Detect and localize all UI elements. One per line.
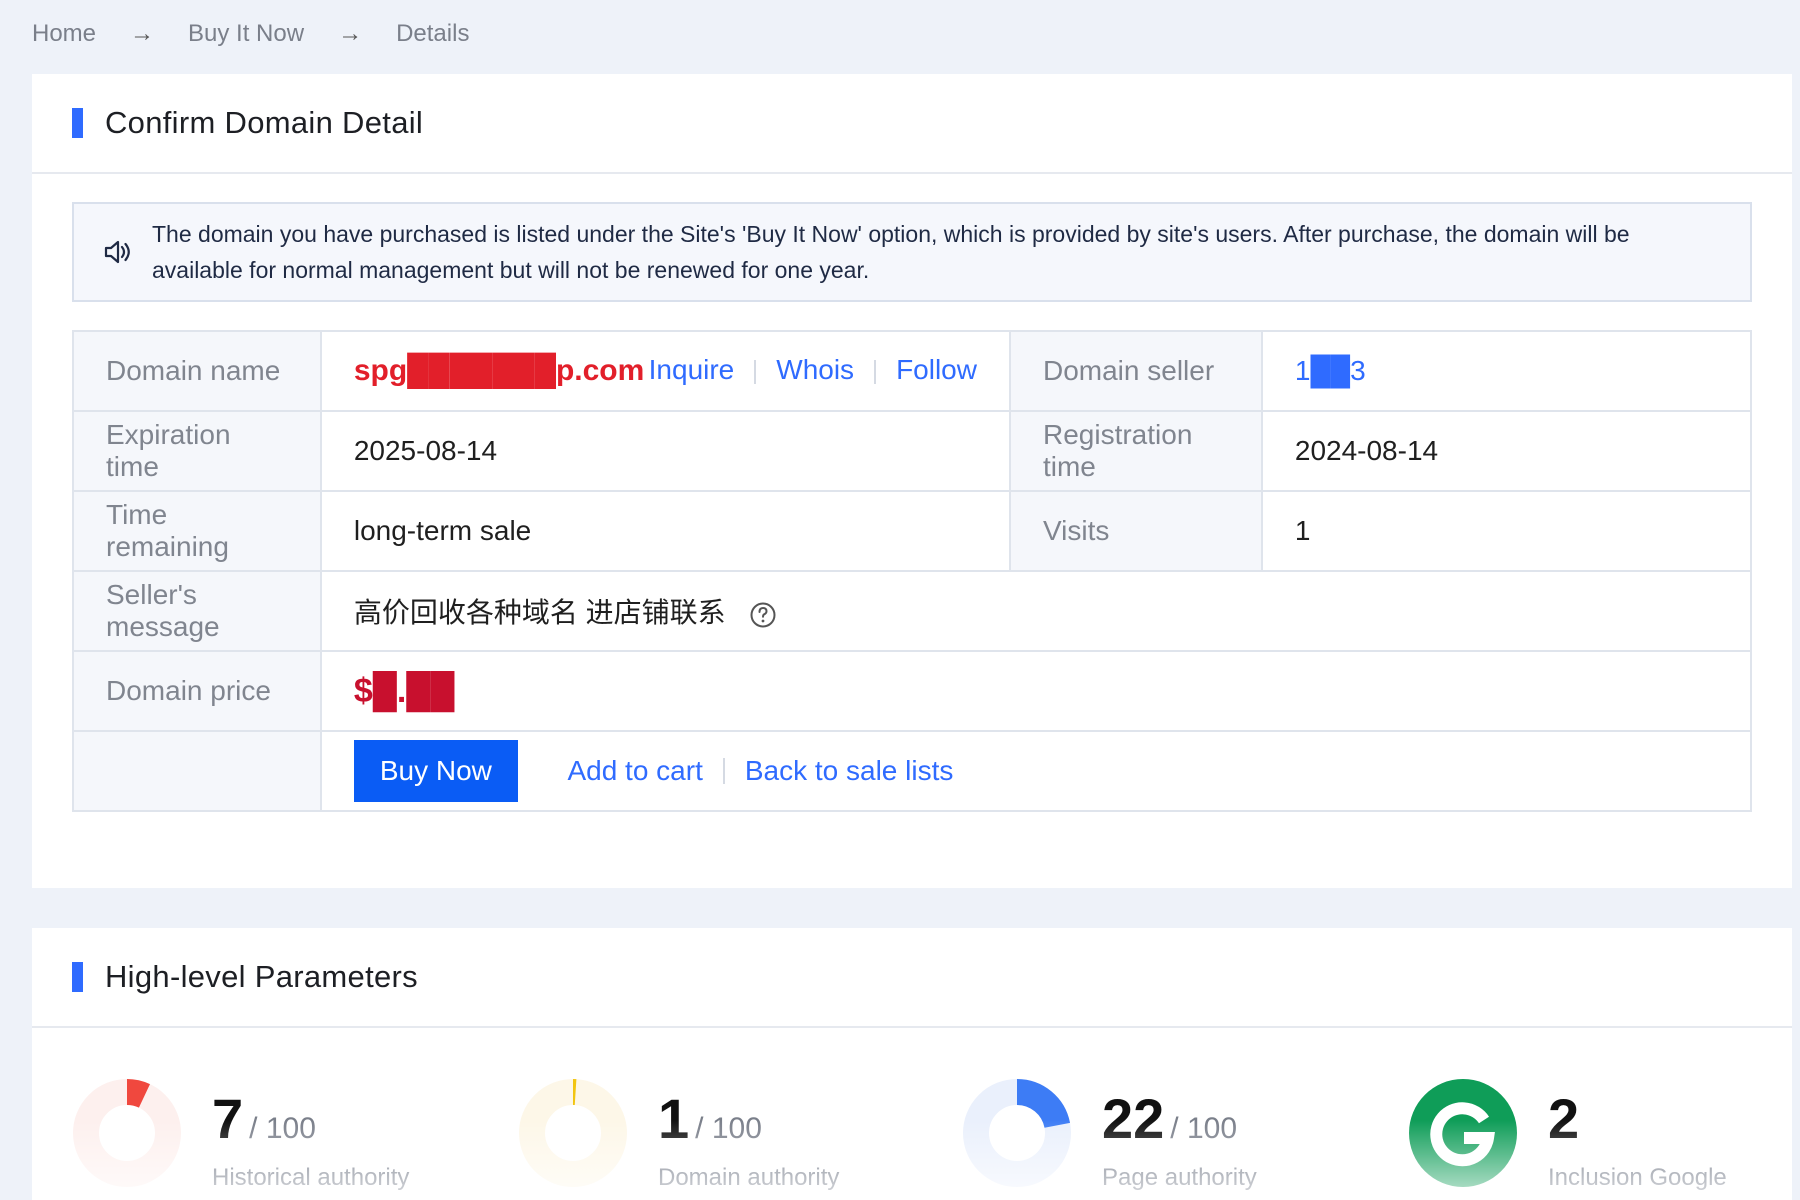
section-accent-bar [72,962,83,992]
table-row: Expiration time 2025-08-14 Registration … [72,410,1753,492]
visits-label: Visits [1008,490,1263,572]
table-row-actions: Buy Now Add to cart Back to sale lists [72,730,1753,812]
metric-historical-authority: 7/ 100 Historical authority [72,1078,492,1198]
metric-denominator: / 100 [1170,1112,1238,1145]
domain-price-value: $█.██ [353,671,455,710]
notice-text: The domain you have purchased is listed … [152,221,1630,283]
buy-now-button[interactable]: Buy Now [353,740,518,802]
table-row: Domain name spg███████p.com Inquire Whois… [72,330,1753,412]
notice-banner: The domain you have purchased is listed … [72,202,1752,302]
donut-progress-arc [1016,1079,1071,1129]
breadcrumb-current: Details [396,20,470,47]
whois-link[interactable]: Whois [776,354,854,385]
table-row: Domain price $█.██ [72,650,1753,732]
metric-value: 22 [1102,1087,1165,1150]
domain-seller-link[interactable]: 1██3 [1295,355,1366,386]
domain-seller-label: Domain seller [1008,330,1263,412]
donut-track [73,1079,181,1187]
breadcrumb-separator: → [338,20,363,47]
section-accent-bar [72,108,83,138]
breadcrumb-home[interactable]: Home [32,20,96,48]
inquire-link[interactable]: Inquire [649,354,735,385]
expiration-value: 2025-08-14 [319,410,1011,492]
domain-price-label: Domain price [72,650,322,732]
help-icon[interactable] [749,601,777,629]
domain-seller-cell: 1██3 [1260,330,1753,412]
back-to-sale-lists-link[interactable]: Back to sale lists [745,755,954,786]
visits-value: 1 [1260,490,1753,572]
add-to-cart-link[interactable]: Add to cart [567,755,702,786]
metric-inclusion-google: 2 Inclusion Google [1408,1078,1800,1198]
page-title: Confirm Domain Detail [105,105,424,140]
donut-chart-icon [963,1079,1071,1187]
domain-name-value: spg███████p.com [353,354,645,387]
speaker-icon [104,240,130,264]
table-row: Seller's message 高价回收各种域名 进店铺联系 [72,570,1753,652]
domain-detail-card: Confirm Domain Detail The domain you hav… [32,74,1792,888]
actions-cell: Buy Now Add to cart Back to sale lists [319,730,1753,812]
metric-label: Inclusion Google [1548,1164,1727,1191]
registration-value: 2024-08-14 [1260,410,1753,492]
high-level-parameters-card: High-level Parameters 7/ 100 Historical … [32,928,1792,1200]
breadcrumb-separator: → [130,20,155,47]
google-icon [1409,1079,1517,1187]
metric-value: 2 [1548,1087,1580,1150]
domain-price-cell: $█.██ [319,650,1753,732]
table-row: Time remaining long-term sale Visits 1 [72,490,1753,572]
divider [722,758,725,784]
domain-name-label: Domain name [72,330,322,412]
time-remaining-label: Time remaining [72,490,322,572]
domain-links: Inquire Whois Follow [649,354,977,386]
divider [754,359,757,384]
metric-domain-authority: 1/ 100 Domain authority [518,1078,938,1198]
metric-label: Page authority [1102,1164,1257,1191]
seller-message-value: 高价回收各种域名 进店铺联系 [353,597,726,628]
donut-progress-arc [126,1079,150,1108]
breadcrumb: Home → Buy It Now → Details [32,16,469,52]
domain-details-table: Domain name spg███████p.com Inquire Whois… [72,330,1753,812]
metric-label: Historical authority [212,1164,410,1191]
metric-value: 7 [212,1087,244,1150]
metric-denominator: / 100 [695,1112,762,1145]
metrics-row: 7/ 100 Historical authority 1/ 100 Domai… [72,1078,1772,1198]
seller-message-cell: 高价回收各种域名 进店铺联系 [319,570,1753,652]
donut-chart-icon [519,1079,627,1187]
metric-denominator: / 100 [249,1112,316,1145]
metric-label: Domain authority [658,1164,840,1191]
breadcrumb-buy-it-now[interactable]: Buy It Now [188,20,304,48]
seller-message-label: Seller's message [72,570,322,652]
metric-page-authority: 22/ 100 Page authority [962,1078,1382,1198]
empty-label-cell [72,730,322,812]
params-header: High-level Parameters [32,928,1792,1028]
metric-value: 1 [658,1087,690,1150]
domain-name-cell: spg███████p.com Inquire Whois Follow [319,330,1011,412]
detail-header: Confirm Domain Detail [32,74,1792,174]
time-remaining-value: long-term sale [319,490,1011,572]
donut-chart-icon [73,1079,181,1187]
section-title: High-level Parameters [105,959,418,994]
divider [874,359,877,384]
registration-label: Registration time [1008,410,1263,492]
follow-link[interactable]: Follow [896,354,977,385]
expiration-label: Expiration time [72,410,322,492]
